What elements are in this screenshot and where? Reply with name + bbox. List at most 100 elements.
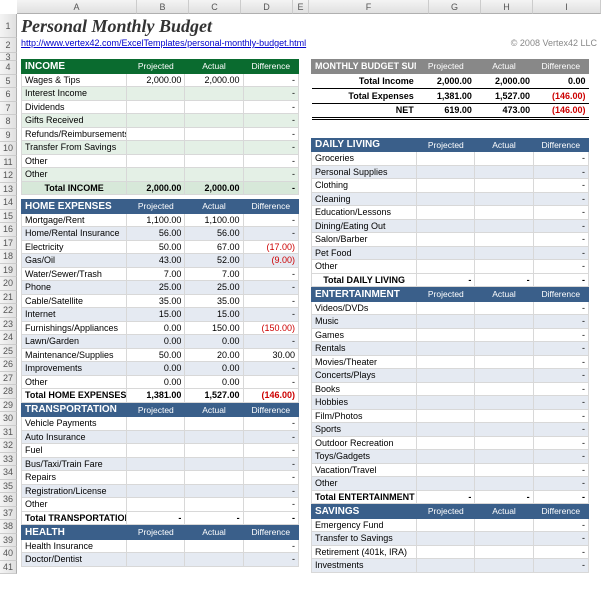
row-header[interactable]: 16 [0, 223, 17, 237]
cell-actual[interactable] [475, 342, 533, 356]
cell-difference[interactable]: - [533, 315, 588, 329]
cell-projected[interactable] [127, 87, 185, 101]
cell-projected[interactable] [127, 471, 185, 485]
data-row[interactable]: Groceries - [312, 152, 589, 166]
cell-actual[interactable] [185, 484, 243, 498]
data-row[interactable]: Home/Rental Insurance 56.00 56.00 - [22, 227, 299, 241]
cell-projected[interactable]: 43.00 [127, 254, 185, 268]
row-header[interactable]: 37 [0, 507, 17, 521]
row-label[interactable]: Other [22, 168, 127, 182]
cell-projected[interactable] [417, 328, 475, 342]
cell-difference[interactable]: - [533, 545, 588, 559]
cell-projected[interactable] [127, 430, 185, 444]
row-header[interactable]: 41 [0, 561, 17, 575]
cell-actual[interactable] [185, 457, 243, 471]
cell-difference[interactable]: - [243, 100, 298, 114]
cell-projected[interactable]: 0.00 [127, 362, 185, 376]
row-label[interactable]: Bus/Taxi/Train Fare [22, 457, 127, 471]
data-row[interactable]: Personal Supplies - [312, 165, 589, 179]
cell-difference[interactable]: - [533, 206, 588, 220]
cell-difference[interactable]: - [533, 559, 588, 573]
data-row[interactable]: Other - [312, 477, 589, 491]
cell-actual[interactable] [475, 152, 533, 166]
cell-projected[interactable] [417, 152, 475, 166]
cell-actual[interactable]: 1,100.00 [185, 213, 243, 227]
cell-projected[interactable] [127, 168, 185, 182]
data-row[interactable]: Vacation/Travel - [312, 463, 589, 477]
row-header[interactable]: 34 [0, 466, 17, 480]
row-label[interactable]: Clothing [312, 179, 417, 193]
data-row[interactable]: Music - [312, 315, 589, 329]
cell-actual[interactable]: 20.00 [185, 348, 243, 362]
row-label[interactable]: Books [312, 382, 417, 396]
cell-projected[interactable] [417, 436, 475, 450]
cell-projected[interactable] [127, 484, 185, 498]
column-header[interactable]: C [189, 0, 241, 14]
cell-actual[interactable]: 2,000.00 [185, 73, 243, 87]
data-row[interactable]: Electricity 50.00 67.00 (17.00) [22, 240, 299, 254]
data-row[interactable]: Film/Photos - [312, 409, 589, 423]
cell-actual[interactable] [475, 355, 533, 369]
cell-actual[interactable] [185, 539, 243, 553]
row-header[interactable]: 40 [0, 547, 17, 561]
cell-difference[interactable]: - [533, 179, 588, 193]
cell-difference[interactable]: - [533, 463, 588, 477]
cell-projected[interactable] [417, 355, 475, 369]
data-row[interactable]: Vehicle Payments - [22, 417, 299, 431]
data-row[interactable]: Education/Lessons - [312, 206, 589, 220]
cell-difference[interactable]: - [243, 335, 298, 349]
row-label[interactable]: Groceries [312, 152, 417, 166]
data-row[interactable]: Auto Insurance - [22, 430, 299, 444]
row-header[interactable]: 39 [0, 534, 17, 548]
row-label[interactable]: Vacation/Travel [312, 463, 417, 477]
cell-actual[interactable] [475, 396, 533, 410]
cell-difference[interactable]: - [533, 165, 588, 179]
column-header[interactable]: I [533, 0, 601, 14]
column-header[interactable]: B [137, 0, 189, 14]
cell-difference[interactable]: - [243, 375, 298, 389]
cell-projected[interactable] [127, 457, 185, 471]
cell-projected[interactable]: 2,000.00 [127, 73, 185, 87]
cell-actual[interactable] [185, 141, 243, 155]
cell-projected[interactable] [417, 315, 475, 329]
row-header[interactable]: 30 [0, 412, 17, 426]
data-row[interactable]: Wages & Tips 2,000.00 2,000.00 - [22, 73, 299, 87]
cell-difference[interactable]: - [533, 532, 588, 546]
row-header[interactable]: 20 [0, 277, 17, 291]
cell-projected[interactable] [417, 545, 475, 559]
cell-difference[interactable]: - [243, 267, 298, 281]
cell-difference[interactable]: - [533, 152, 588, 166]
data-row[interactable]: Outdoor Recreation - [312, 436, 589, 450]
row-label[interactable]: Film/Photos [312, 409, 417, 423]
cell-actual[interactable] [185, 87, 243, 101]
cell-actual[interactable] [475, 219, 533, 233]
row-label[interactable]: Wages & Tips [22, 73, 127, 87]
row-label[interactable]: Rentals [312, 342, 417, 356]
row-label[interactable]: Movies/Theater [312, 355, 417, 369]
data-row[interactable]: Mortgage/Rent 1,100.00 1,100.00 - [22, 213, 299, 227]
cell-actual[interactable]: 25.00 [185, 281, 243, 295]
cell-actual[interactable] [185, 417, 243, 431]
row-label[interactable]: Dividends [22, 100, 127, 114]
row-header[interactable]: 7 [0, 102, 17, 116]
cell-actual[interactable] [185, 498, 243, 512]
cell-difference[interactable]: - [533, 219, 588, 233]
cell-difference[interactable]: - [243, 498, 298, 512]
cell-projected[interactable] [417, 246, 475, 260]
data-row[interactable]: Gifts Received - [22, 114, 299, 128]
row-header[interactable]: 1 [0, 14, 17, 38]
row-label[interactable]: Interest Income [22, 87, 127, 101]
data-row[interactable]: Transfer to Savings - [312, 532, 589, 546]
row-header[interactable]: 26 [0, 358, 17, 372]
cell-difference[interactable]: - [243, 471, 298, 485]
cell-projected[interactable] [127, 553, 185, 567]
cell-projected[interactable] [417, 532, 475, 546]
row-label[interactable]: Transfer to Savings [312, 532, 417, 546]
data-row[interactable]: Other - [22, 168, 299, 182]
data-row[interactable]: Dining/Eating Out - [312, 219, 589, 233]
cell-projected[interactable] [417, 260, 475, 274]
row-header[interactable]: 15 [0, 210, 17, 224]
row-label[interactable]: Lawn/Garden [22, 335, 127, 349]
row-header[interactable]: 8 [0, 115, 17, 129]
row-label[interactable]: Pet Food [312, 246, 417, 260]
